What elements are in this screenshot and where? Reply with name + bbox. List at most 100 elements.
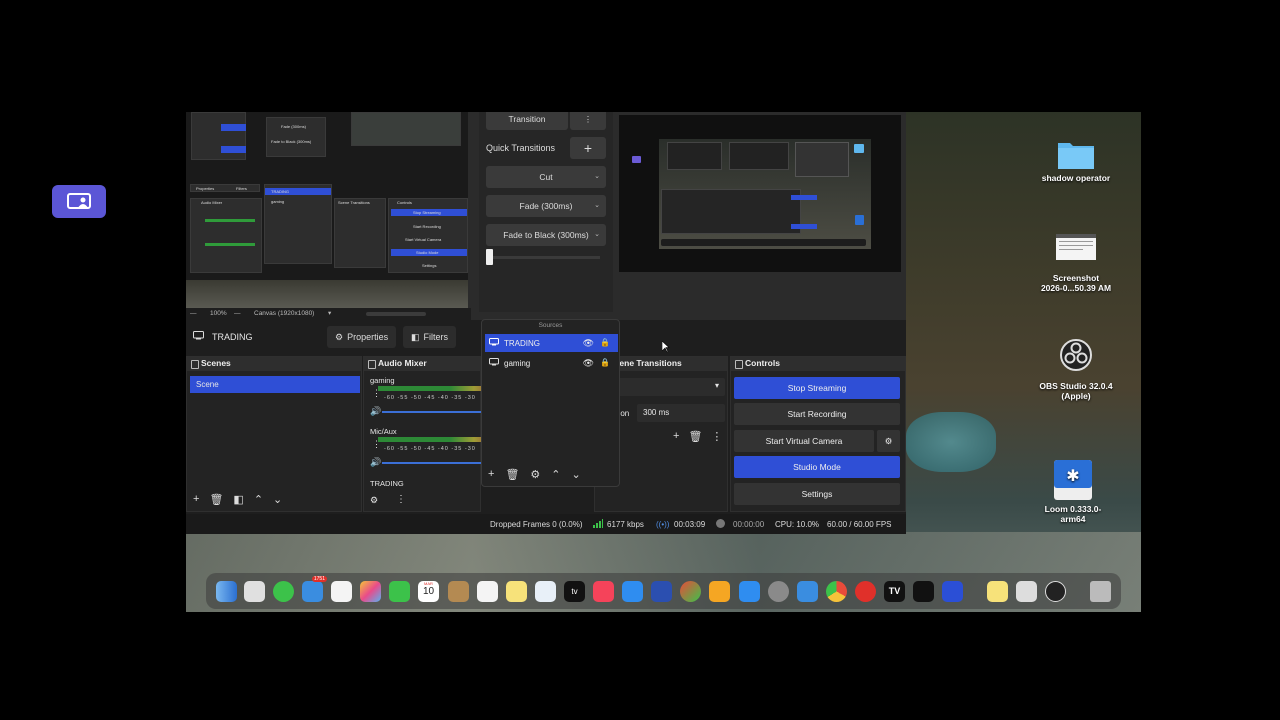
app-store-icon[interactable] [739, 581, 760, 602]
desktop-icon-obs[interactable]: OBS Studio 32.0.4 (Apple) [1031, 338, 1121, 401]
mail-icon[interactable]: 1751 [302, 576, 327, 602]
chevron-down-icon[interactable]: ▾ [328, 309, 331, 317]
nested-highlight [221, 124, 246, 131]
pages-icon[interactable] [709, 581, 730, 602]
messages-icon[interactable] [273, 581, 294, 602]
eye-icon[interactable]: 👁 [583, 358, 594, 369]
plus-icon[interactable]: + [673, 430, 679, 443]
chevron-down-icon[interactable]: ⌄ [273, 493, 282, 506]
lock-icon[interactable]: 🔒 [600, 338, 610, 347]
calendar-icon[interactable]: MAR 10 [418, 581, 439, 602]
obs-app-icon [1060, 339, 1092, 371]
launchpad-icon[interactable] [244, 581, 265, 602]
stop-streaming-button[interactable]: Stop Streaming [734, 377, 900, 399]
gear-icon: ⚙ [335, 331, 344, 342]
source-item[interactable]: gaming 👁 🔒 [485, 354, 618, 372]
properties-button[interactable]: ⚙ Properties [327, 326, 397, 348]
finder-icon[interactable] [216, 581, 237, 602]
preview-zoom-bar: — 100% — Canvas (1920x1080) ▾ [186, 308, 471, 320]
obs-dock-icon[interactable] [1045, 581, 1066, 602]
plus-icon[interactable]: + [488, 468, 494, 481]
preview-scrollbar[interactable] [366, 312, 426, 316]
bitrate: 6177 kbps [607, 520, 644, 529]
source-item[interactable]: TRADING 👁 🔒 [485, 334, 618, 352]
start-recording-label: Start Recording [787, 409, 847, 419]
tbar-handle[interactable] [486, 249, 493, 265]
start-virtual-camera-button[interactable]: Start Virtual Camera [734, 430, 874, 452]
start-recording-button[interactable]: Start Recording [734, 403, 900, 425]
nested-desktop-strip [186, 280, 468, 308]
plus-icon: + [583, 140, 593, 156]
quick-transition-cut-button[interactable]: Cut ⌄ [486, 166, 606, 188]
chrome-icon[interactable] [826, 581, 847, 602]
freeform-icon[interactable] [535, 581, 556, 602]
filter-icon[interactable]: ◧ [233, 493, 243, 506]
apple-tv-icon[interactable]: tv [564, 581, 585, 602]
gear-icon[interactable]: ⚙ [530, 468, 540, 481]
desktop-icon-screenshot[interactable]: Screenshot 2026-0...50.39 AM [1031, 232, 1121, 293]
desktop-icon-loom[interactable]: ✱ Loom 0.333.0- arm64 [1028, 458, 1118, 524]
stickies-icon[interactable] [987, 581, 1008, 602]
photos-icon[interactable] [360, 581, 381, 602]
gear-icon: ⚙ [884, 435, 893, 446]
filters-button[interactable]: ◧ Filters [403, 326, 457, 348]
lock-icon[interactable]: 🔒 [600, 358, 610, 367]
studio-mode-button[interactable]: Studio Mode [734, 456, 900, 478]
zoom-level: 100% [210, 310, 227, 317]
reminders-icon[interactable] [477, 581, 498, 602]
mixer-channel-name: gaming [370, 376, 395, 385]
mixer-settings-icon[interactable]: ⚙ [370, 495, 378, 506]
nested-mixer: Audio Mixer [190, 198, 262, 273]
eye-icon[interactable]: 👁 [583, 338, 594, 349]
speaker-icon[interactable]: 🔊 [370, 406, 381, 417]
chevron-up-icon[interactable]: ⌃ [551, 468, 560, 481]
zoom-out-icon[interactable]: — [190, 310, 197, 317]
kebab-icon[interactable]: ⋮ [711, 430, 722, 443]
scene-item[interactable]: Scene [190, 376, 360, 393]
duration-input[interactable]: 300 ms [637, 404, 725, 422]
volume-slider[interactable] [382, 411, 482, 413]
virtual-camera-settings-button[interactable]: ⚙ [877, 430, 900, 452]
chevron-down-icon[interactable]: ⌄ [572, 468, 581, 481]
volume-slider[interactable] [382, 462, 482, 464]
trash-icon[interactable]: 🗑 [209, 493, 223, 506]
quick-transition-fade-button[interactable]: Fade (300ms) ⌄ [486, 195, 606, 217]
safari-icon[interactable] [331, 581, 352, 602]
safari-compass-icon[interactable] [797, 581, 818, 602]
speaker-icon[interactable]: 🔊 [370, 457, 381, 468]
desktop-icon-label: shadow operator [1041, 173, 1111, 183]
contacts-icon[interactable] [448, 581, 469, 602]
zoom-in-icon[interactable]: — [234, 310, 241, 317]
opera-icon[interactable] [855, 581, 876, 602]
kebab-icon[interactable]: ⋮ [396, 494, 406, 505]
archive-icon[interactable] [1016, 581, 1037, 602]
quick-transition-fade-black-button[interactable]: Fade to Black (300ms) ⌄ [486, 224, 606, 246]
chevron-down-icon: ▾ [714, 381, 719, 390]
roblox-icon[interactable] [913, 581, 934, 602]
dropped-frames: Dropped Frames 0 (0.0%) [490, 520, 583, 529]
music-icon[interactable] [593, 581, 614, 602]
keynote-icon[interactable] [622, 581, 643, 602]
chevron-up-icon[interactable]: ⌃ [254, 493, 263, 506]
nested-panel: Properties Filters [190, 184, 260, 192]
transition-menu-button[interactable]: ⋮ [570, 112, 606, 130]
settings-button[interactable]: Settings [734, 483, 900, 505]
add-quick-transition-button[interactable]: + [570, 137, 606, 159]
trash-icon[interactable] [1090, 581, 1111, 602]
system-settings-icon[interactable] [768, 581, 789, 602]
trash-icon[interactable]: 🗑 [505, 468, 519, 481]
plus-icon[interactable]: + [193, 493, 199, 506]
transition-button[interactable]: Transition [486, 112, 568, 130]
notes-icon[interactable] [506, 581, 527, 602]
loom-icon[interactable] [942, 581, 963, 602]
tradingview-icon[interactable]: TV [884, 581, 905, 602]
stop-streaming-label: Stop Streaming [787, 383, 847, 393]
facetime-icon[interactable] [389, 581, 410, 602]
chrome-alt-icon[interactable] [680, 581, 701, 602]
trash-icon[interactable]: 🗑 [688, 430, 702, 443]
desktop-icon-shadow-operator[interactable]: shadow operator [1031, 137, 1121, 183]
shield-icon[interactable] [651, 581, 672, 602]
meter-scale: -60 -55 -50 -45 -40 -35 -30 [384, 446, 476, 452]
svg-text:✱: ✱ [1066, 466, 1079, 485]
screen-share-badge[interactable] [52, 185, 106, 218]
